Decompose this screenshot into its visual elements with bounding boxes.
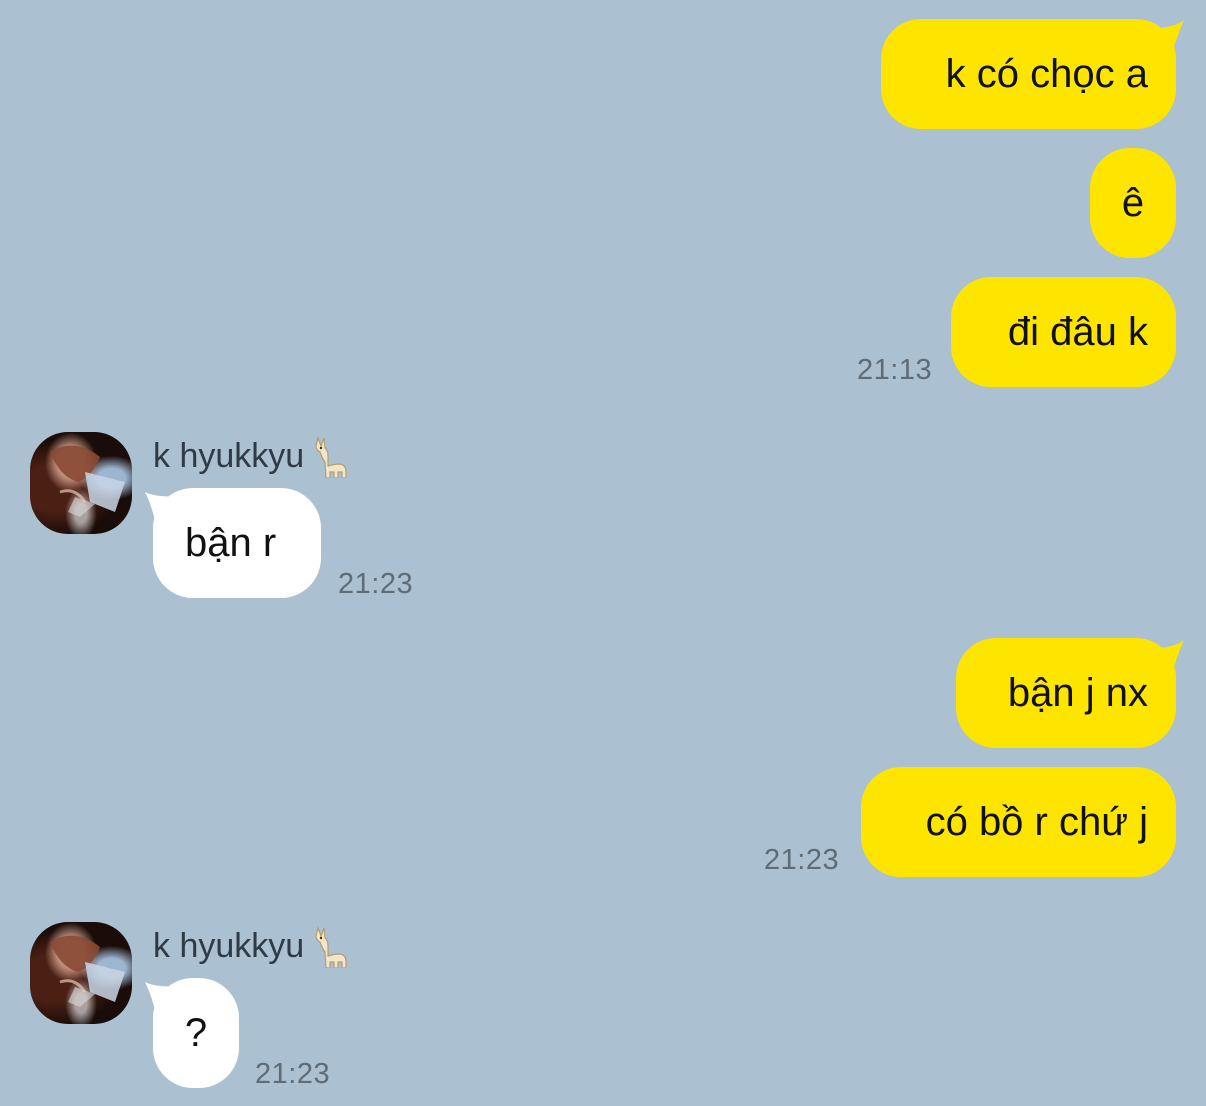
message-bubble-sent[interactable]: có bồ r chứ j	[861, 767, 1176, 877]
message-timestamp: 21:23	[255, 1058, 331, 1090]
message-text: ?	[184, 1010, 208, 1055]
contact-avatar[interactable]	[30, 432, 132, 534]
message-bubble-received[interactable]: bận r	[153, 488, 321, 598]
message-text: bận r	[185, 520, 277, 565]
message-timestamp: 21:23	[764, 844, 840, 876]
llama-icon	[310, 434, 350, 479]
message-bubble-sent[interactable]: ê	[1090, 148, 1176, 258]
llama-icon	[310, 924, 350, 969]
message-bubble-received[interactable]: ?	[153, 978, 239, 1088]
sender-name: k hyukkyu	[153, 434, 350, 479]
message-text: ê	[1121, 180, 1145, 225]
message-timestamp: 21:23	[338, 568, 414, 600]
message-text: bận j nx	[1007, 670, 1148, 715]
message-timestamp: 21:13	[857, 354, 933, 386]
message-text: k có chọc a	[945, 51, 1148, 96]
message-text: đi đâu k	[1007, 309, 1148, 354]
message-text: có bồ r chứ j	[925, 799, 1148, 844]
sender-name: k hyukkyu	[153, 924, 350, 969]
contact-avatar[interactable]	[30, 922, 132, 1024]
message-bubble-sent[interactable]: đi đâu k	[951, 277, 1176, 387]
message-bubble-sent[interactable]: bận j nx	[956, 638, 1176, 748]
message-bubble-sent[interactable]: k có chọc a	[881, 19, 1176, 129]
chat-room: k có chọc a ê đi đâu k 21:13 k hyukkyu b…	[0, 0, 1206, 1106]
